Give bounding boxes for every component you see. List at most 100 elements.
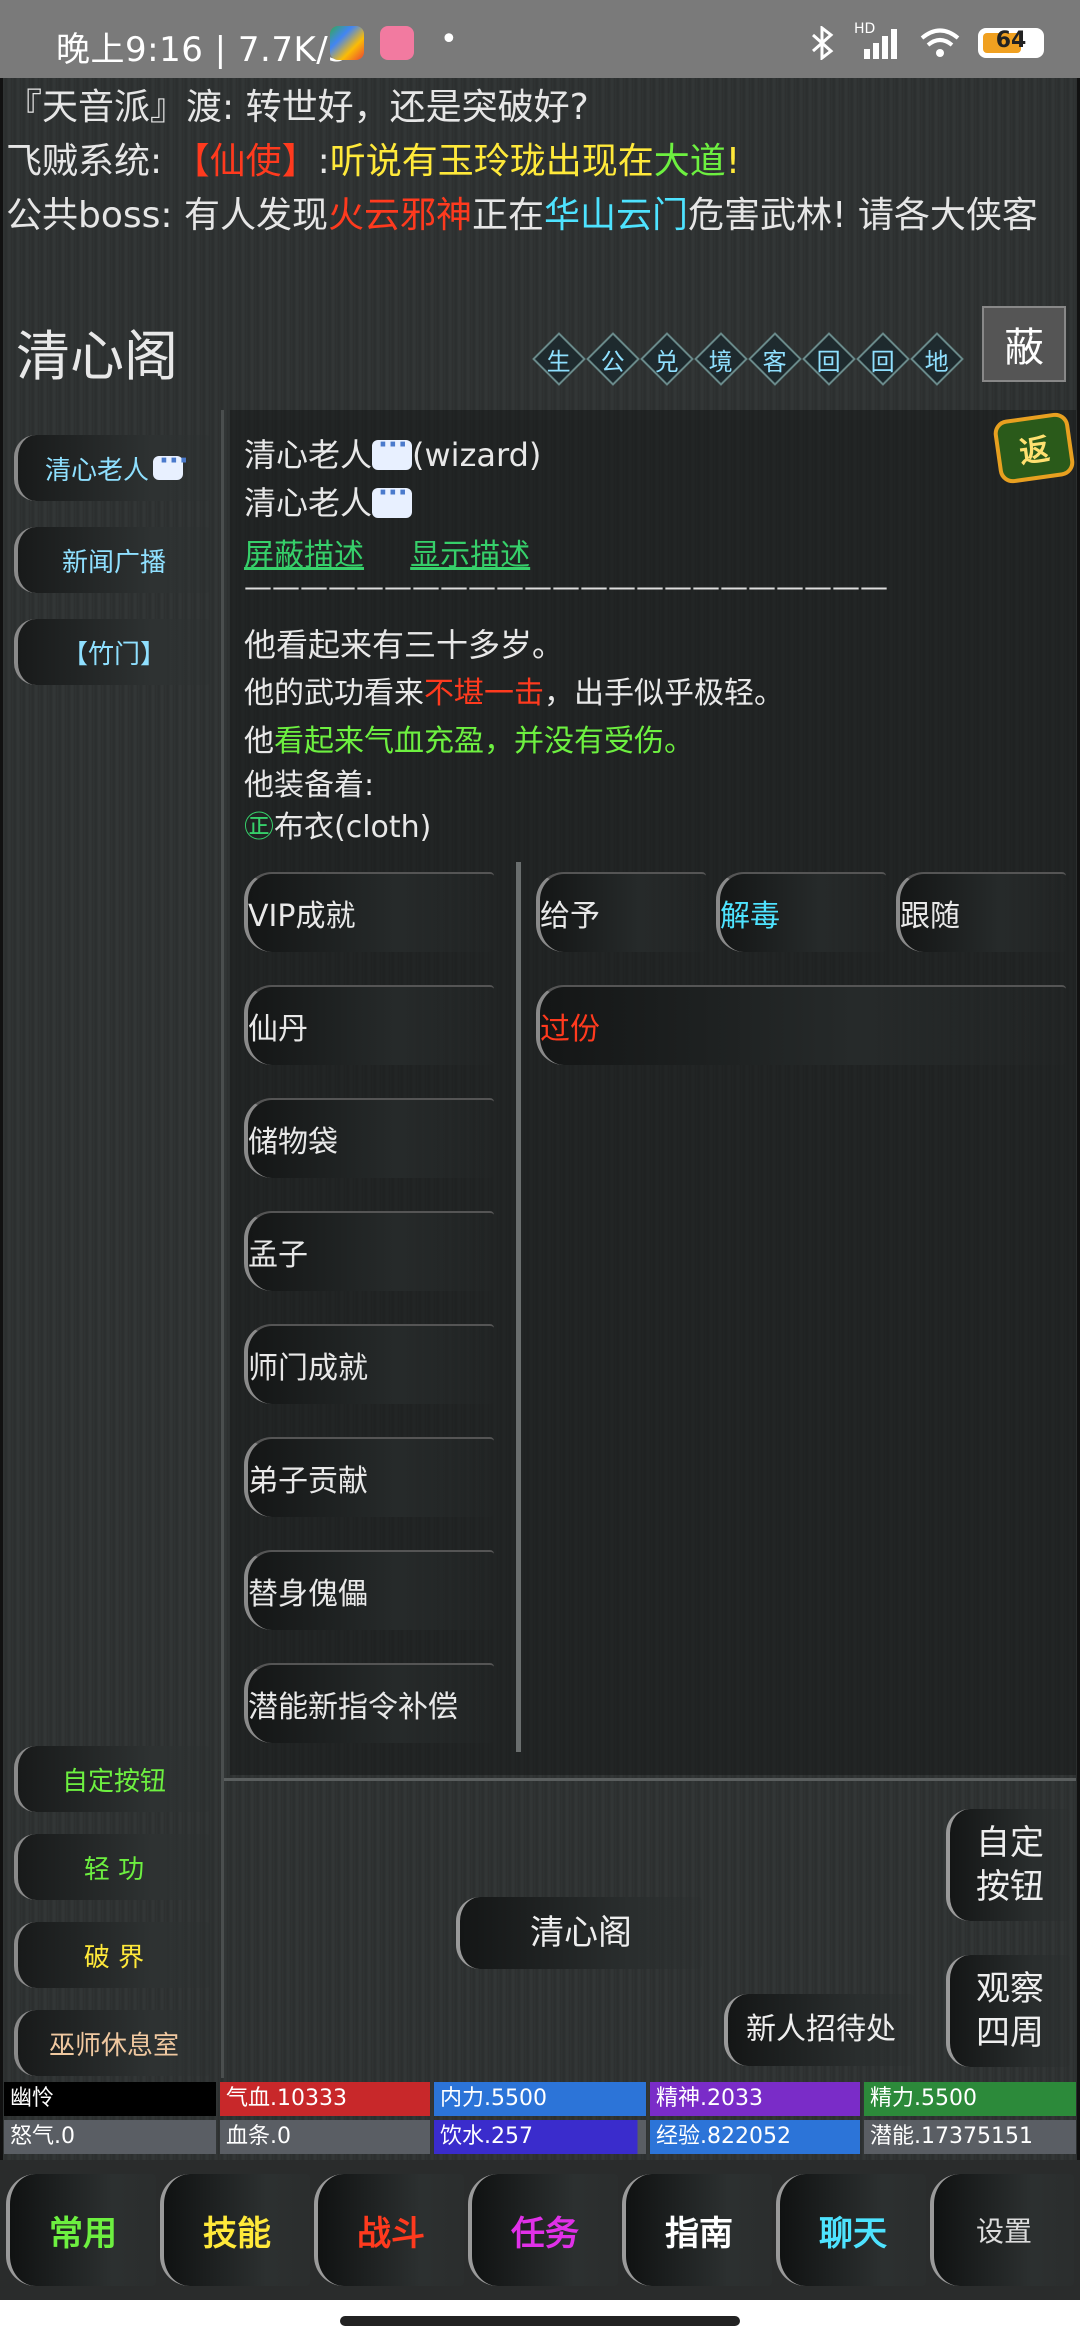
substitute-puppet-button[interactable]: 替身傀儡 [244,1550,494,1630]
break-realm-button[interactable]: 破 界 [14,1922,210,1988]
exit-button[interactable]: 生 [532,332,586,386]
detox-button[interactable]: 解毒 [716,872,886,952]
desc-health-state: 看起来气血充盈，并没有受伤。 [274,724,694,759]
tab-settings[interactable]: 设置 [930,2174,1074,2286]
news-sender: 公共boss: 有人发现 [6,195,328,236]
news-place: 大道 [653,141,726,182]
stat-jingli: 精力.5500 [864,2082,1076,2116]
exit-button[interactable]: 境 [694,332,748,386]
npc-name: 清心老人 [244,436,373,474]
stat-potential: 潜能.17375151 [864,2120,1076,2154]
stat-water: 饮水.257 [434,2120,646,2154]
exit-label: 回 [871,347,895,376]
exit-button[interactable]: 回 [856,332,910,386]
exit-label: 境 [709,347,733,376]
news-text: 正在 [471,195,544,236]
system-icons: HD 64 [810,21,1044,60]
current-room-button[interactable]: 清心阁 [456,1897,702,1969]
exit-button[interactable]: 地 [910,332,964,386]
equip-name: 布衣(cloth) [274,810,432,845]
exit-label: 兑 [655,347,679,376]
exit-list: 生 公 兑 境 客 回 回 地 [532,332,964,386]
system-nav-bar [0,2300,1080,2340]
news-broadcast-button[interactable]: 新闻广播 [14,527,210,593]
equip-item[interactable]: ㊣布衣(cloth) [244,802,431,846]
stat-nuqi: 怒气.0 [4,2120,216,2154]
stat-jingshen: 精神.2033 [650,2082,860,2116]
npc-button[interactable]: 清心老人 [14,435,210,501]
map-area: 清心阁 新人招待处 自定 按钮 观察 四周 [224,1778,1076,2078]
newbie-reception-button[interactable]: 新人招待处 [724,1994,914,2066]
elixir-button[interactable]: 仙丹 [244,985,494,1065]
npc-name-line: 清心老人 [244,478,413,524]
vip-achievement-button[interactable]: VIP成就 [244,872,494,952]
news-name: 仙使 [209,141,282,182]
news-text: 听说有玉玲珑出现在 [329,141,654,182]
news-line-3[interactable]: 公共boss: 有人发现火云邪神正在华山云门危害武林! 请各大侠客 [6,190,1038,242]
show-desc-link[interactable]: 显示描述 [410,538,530,573]
desc-age: 他看起来有三十多岁。 [244,626,565,664]
news-line-2[interactable]: 飞贼系统: 【仙使】:听说有玉玲珑出现在大道! [6,136,740,188]
wizard-lounge-button[interactable]: 巫师休息室 [14,2010,210,2076]
excess-button[interactable]: 过份 [536,985,1066,1065]
exit-label: 公 [601,347,625,376]
news-sender: 飞贼系统: [6,141,174,182]
bottom-tabs: 常用 技能 战斗 任务 指南 聊天 设置 [0,2160,1080,2300]
custom-button-right[interactable]: 自定 按钮 [946,1809,1070,1921]
notification-dot: • [440,22,458,57]
desc-health: 他看起来气血充盈，并没有受伤。 [244,716,694,760]
separator: ——————————————————————— [244,570,888,603]
stat-exp: 经验.822052 [650,2120,860,2154]
tab-common[interactable]: 常用 [6,2174,156,2286]
return-button[interactable]: 返 [991,411,1077,485]
hide-desc-link[interactable]: 屏蔽描述 [244,538,364,573]
follow-button[interactable]: 跟随 [896,872,1066,952]
news-text: 危害武林! 请各大侠客 [688,195,1038,236]
chat-bubble-icon [372,430,413,470]
exit-label: 客 [763,347,787,376]
exit-button[interactable]: 公 [586,332,640,386]
give-button[interactable]: 给予 [536,872,706,952]
chat-bubble-icon [372,478,413,518]
bamboo-gate-button[interactable]: 【竹门】 [14,619,210,685]
tab-quests[interactable]: 任务 [468,2174,618,2286]
desc-equipped: 他装备着: [244,768,375,803]
desc-text: 他的武功看来 [244,676,424,711]
hd-label: HD [854,21,876,37]
news-bracket: 】 [281,141,318,182]
action-divider [516,862,521,1752]
exit-button[interactable]: 客 [748,332,802,386]
news-text: : 转世好，还是突破好? [222,87,589,128]
disciple-contribution-button[interactable]: 弟子贡献 [244,1437,494,1517]
battery-icon: 64 [978,28,1044,58]
equip-icon: ㊣ [244,810,274,845]
exit-button[interactable]: 回 [802,332,856,386]
desc-text: 他 [244,724,274,759]
news-boss: 火云邪神 [327,195,472,236]
sect-achievement-button[interactable]: 师门成就 [244,1324,494,1404]
exit-label: 生 [547,347,571,376]
wifi-icon [920,28,960,57]
stats-panel: 幽怜 气血.10333 内力.5500 精神.2033 精力.5500 怒气.0… [0,2080,1080,2158]
home-indicator[interactable] [340,2316,740,2326]
exit-label: 地 [925,347,949,376]
qinggong-button[interactable]: 轻 功 [14,1834,210,1900]
tab-combat[interactable]: 战斗 [314,2174,464,2286]
npc-label: 清心老人 [44,455,149,486]
tab-guide[interactable]: 指南 [622,2174,772,2286]
player-name: 幽怜 [4,2082,216,2116]
storage-bag-button[interactable]: 储物袋 [244,1098,494,1178]
mask-button[interactable]: 蔽 [982,306,1066,382]
observe-button[interactable]: 观察 四周 [946,1955,1070,2067]
desc-text: ，出手似乎极轻。 [544,676,784,711]
news-sender: 『天音派』渡 [6,87,223,128]
custom-button[interactable]: 自定按钮 [14,1746,210,1812]
mencius-button[interactable]: 孟子 [244,1211,494,1291]
tab-skills[interactable]: 技能 [160,2174,310,2286]
news-line-1[interactable]: 『天音派』渡: 转世好，还是突破好? [6,82,589,134]
npc-id: (wizard) [412,436,542,474]
tab-chat[interactable]: 聊天 [776,2174,926,2286]
exit-button[interactable]: 兑 [640,332,694,386]
news-end: ! [725,141,741,182]
potential-compensation-button[interactable]: 潜能新指令补偿 [244,1663,494,1743]
